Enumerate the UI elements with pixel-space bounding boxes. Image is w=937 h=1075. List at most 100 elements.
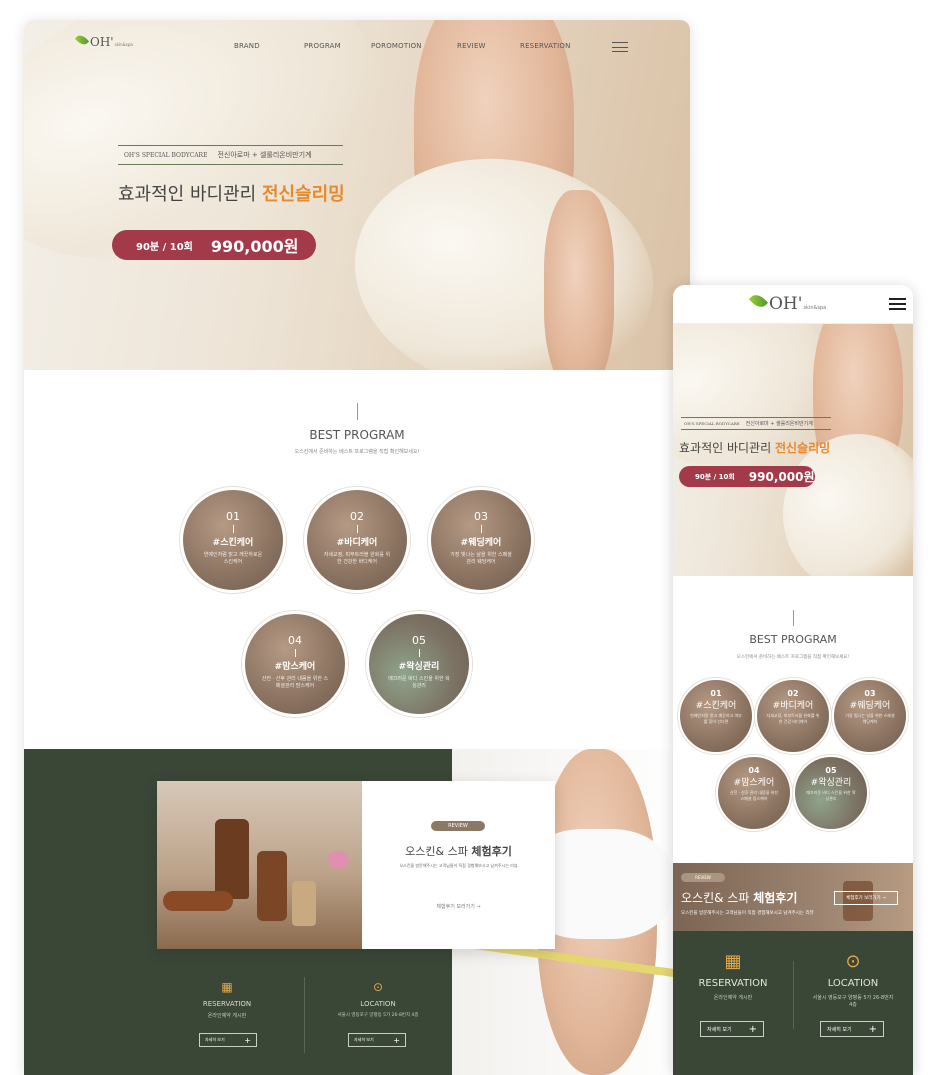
nav-brand[interactable]: BRAND [234,42,260,50]
program-circle-3[interactable]: 03 #웨딩케어 가장 빛나는 날을 위한 스페셜 관리 웨딩케어 [428,487,534,593]
headline-plain: 효과적인 바디관리 [118,184,257,205]
flower [327,851,349,869]
program-circle-5[interactable]: 05 #왁싱관리 매끄러운 바디 스킨을 위한 왁싱관리 [793,755,869,831]
reservation-title: RESERVATION [202,1000,252,1008]
program-desc: 가장 빛나는 날을 위한 스페셜 관리 웨딩케어 [450,552,512,565]
calendar-icon: ▦ [221,980,233,994]
desktop-mockup: OH' skin&spa BRAND PROGRAM POROMOTION RE… [24,20,690,1075]
review-title-bold: 체험후기 [753,891,798,905]
program-circle-1[interactable]: 01 #스킨케어 연예인처럼 맑고 깨끗하로운 스킨케어 [180,487,286,593]
program-num: 04 [288,634,302,647]
review-title: 오스킨& 스파 체험후기 [681,889,797,906]
info-divider [793,961,794,1029]
program-desc: 연예인처럼 맑고 깨끗하고 여부를 찾아 선다면 [690,713,742,724]
program-num: 02 [350,510,364,523]
mobile-header: OH' skin&spa [673,285,913,324]
review-title-plain: 오스킨& 스파 [681,891,750,905]
reservation-desc: 온라인예약 게시판 [713,995,753,1001]
review-tag: REVIEW [431,821,485,831]
location-block: ⊙ LOCATION 서울시 영등포구 양평동 5가 26-8번지 4층 [319,980,437,1018]
price-value: 990,000원 [210,237,299,256]
program-desc: 연예인처럼 맑고 깨끗하로운 스킨케어 [203,552,263,565]
reservation-title: RESERVATION [698,978,768,989]
program-desc: 매끄러운 바디 스킨을 위한 왁싱관리 [388,676,450,689]
best-program-title: BEST PROGRAM [309,428,405,442]
section-divider [357,403,358,420]
reservation-more-button[interactable]: 자세히 보기 + [700,1021,764,1037]
program-desc: 자세교정, 피부트러블 완화를 위한 건강 바디케어 [766,713,820,724]
hero-eyebrow: OH'S SPECIAL BODYCARE 전신아로마 + 셀룰리온비만기계 [681,417,831,430]
program-title: #스킨케어 [212,538,254,548]
headline-plain: 효과적인 바디관리 [679,441,772,455]
price-duration: 90분 / 10회 [695,472,735,481]
mobile-logo[interactable]: OH' skin&spa [748,291,826,314]
bottle-2 [257,851,287,921]
logo-text: OH' [769,294,803,314]
program-desc: 자세교정, 피부트러블 완화를 위한 건강한 바디케어 [323,552,391,565]
review-link[interactable]: 체험후기 보러가기 → [362,903,555,910]
program-title: #웨딩케어 [460,538,502,548]
review-tag: REVIEW [681,873,725,882]
program-circle-2[interactable]: 02 #바디케어 자세교정, 피부트러블 완화를 위한 건강 바디케어 [755,678,831,754]
review-link-label: 체험후기 보러가기 [436,904,475,910]
headline-accent: 전신슬리밍 [261,184,345,205]
cinnamon [163,891,233,911]
hero-eyebrow: OH'S SPECIAL BODYCARE 전신아로마 + 셀룰리온비만기계 [118,145,343,165]
program-title: #바디케어 [336,538,378,548]
mobile-hero: OH'S SPECIAL BODYCARE 전신아로마 + 셀룰리온비만기계 효… [673,324,913,576]
best-program-title: BEST PROGRAM [749,633,837,646]
reservation-btn-label: 자세히 보기 [205,1037,225,1042]
program-num: 05 [825,766,837,775]
program-circle-4[interactable]: 04 #맘스케어 산전 · 산후 관리 내몸을 위한 스페셜 맘스케어 [716,755,792,831]
calendar-icon: ▦ [724,951,742,972]
headline-accent: 전신슬리밍 [774,441,831,455]
mobile-mockup: OH' skin&spa OH'S SPECIAL BODYCARE 전신아로마… [673,285,913,1075]
drape-skirt [336,135,672,370]
program-title: #스킨케어 [695,701,737,711]
review-title-plain: 오스킨& 스파 [405,845,468,858]
location-desc: 서울시 영등포구 양평동 5가 26-8번지 4층 [812,995,894,1008]
location-btn-label: 자세히 보기 [354,1037,374,1042]
program-num: 01 [226,510,240,523]
arrow-right-icon: → [476,904,481,910]
nav-promotion[interactable]: POROMOTION [371,42,422,50]
program-circle-1[interactable]: 01 #스킨케어 연예인처럼 맑고 깨끗하고 여부를 찾아 선다면 [678,678,754,754]
menu-icon[interactable] [612,42,628,52]
leaf-logo-icon [748,291,769,311]
review-more-button[interactable]: 체험후기 보러가기 → [834,891,898,905]
nav-review[interactable]: REVIEW [457,42,486,50]
program-num: 04 [748,766,760,775]
program-circle-4[interactable]: 04 #맘스케어 산전 · 산후 관리 내몸을 위한 스페셜관리 맘스케어 [242,611,348,717]
program-circle-2[interactable]: 02 #바디케어 자세교정, 피부트러블 완화를 위한 건강한 바디케어 [304,487,410,593]
model-leg [544,190,614,370]
leaf-logo-icon [74,32,90,48]
mobile-menu-icon[interactable] [889,298,906,310]
nav-reservation[interactable]: RESERVATION [520,42,571,50]
price-pill: 90분 / 10회 990,000원 [679,466,815,487]
program-title: #맘스케어 [733,778,775,788]
logo-text: OH' [90,35,114,49]
circle-divider [418,649,420,657]
program-title: #웨딩케어 [849,701,891,711]
hero-headline: 효과적인 바디관리 전신슬리밍 [118,180,345,206]
desktop-hero: OH' skin&spa BRAND PROGRAM POROMOTION RE… [24,20,690,370]
program-title: #왁싱관리 [810,778,852,788]
reservation-more-button[interactable]: 자세히 보기 + [199,1033,257,1047]
best-program-subtitle: 오스킨에서 준비하는 베스트 프로그램을 직접 확인해보세요! [294,449,420,455]
location-block: ⊙ LOCATION 서울시 영등포구 양평동 5가 26-8번지 4층 [801,951,905,1008]
location-btn-label: 자세히 보기 [827,1026,852,1033]
review-title-bold: 체험후기 [471,845,512,858]
location-title: LOCATION [360,1000,396,1008]
program-circle-5[interactable]: 05 #왁싱관리 매끄러운 바디 스킨을 위한 왁싱관리 [366,611,472,717]
desktop-logo[interactable]: OH' skin&spa [74,32,133,49]
circle-divider [356,525,358,533]
location-more-button[interactable]: 자세히 보기 + [348,1033,406,1047]
review-link-label: 체험후기 보러가기 → [846,896,886,901]
nav-program[interactable]: PROGRAM [304,42,341,50]
location-pin-icon: ⊙ [845,951,861,972]
circle-divider [294,649,296,657]
program-num: 02 [787,689,799,698]
review-card: REVIEW 오스킨& 스파 체험후기 오스킨을 방문해주시는 고객님들이 직접… [157,781,555,949]
location-more-button[interactable]: 자세히 보기 + [820,1021,884,1037]
program-circle-3[interactable]: 03 #웨딩케어 가장 빛나는 날을 위한 스페셜 웨딩케어 [832,678,908,754]
